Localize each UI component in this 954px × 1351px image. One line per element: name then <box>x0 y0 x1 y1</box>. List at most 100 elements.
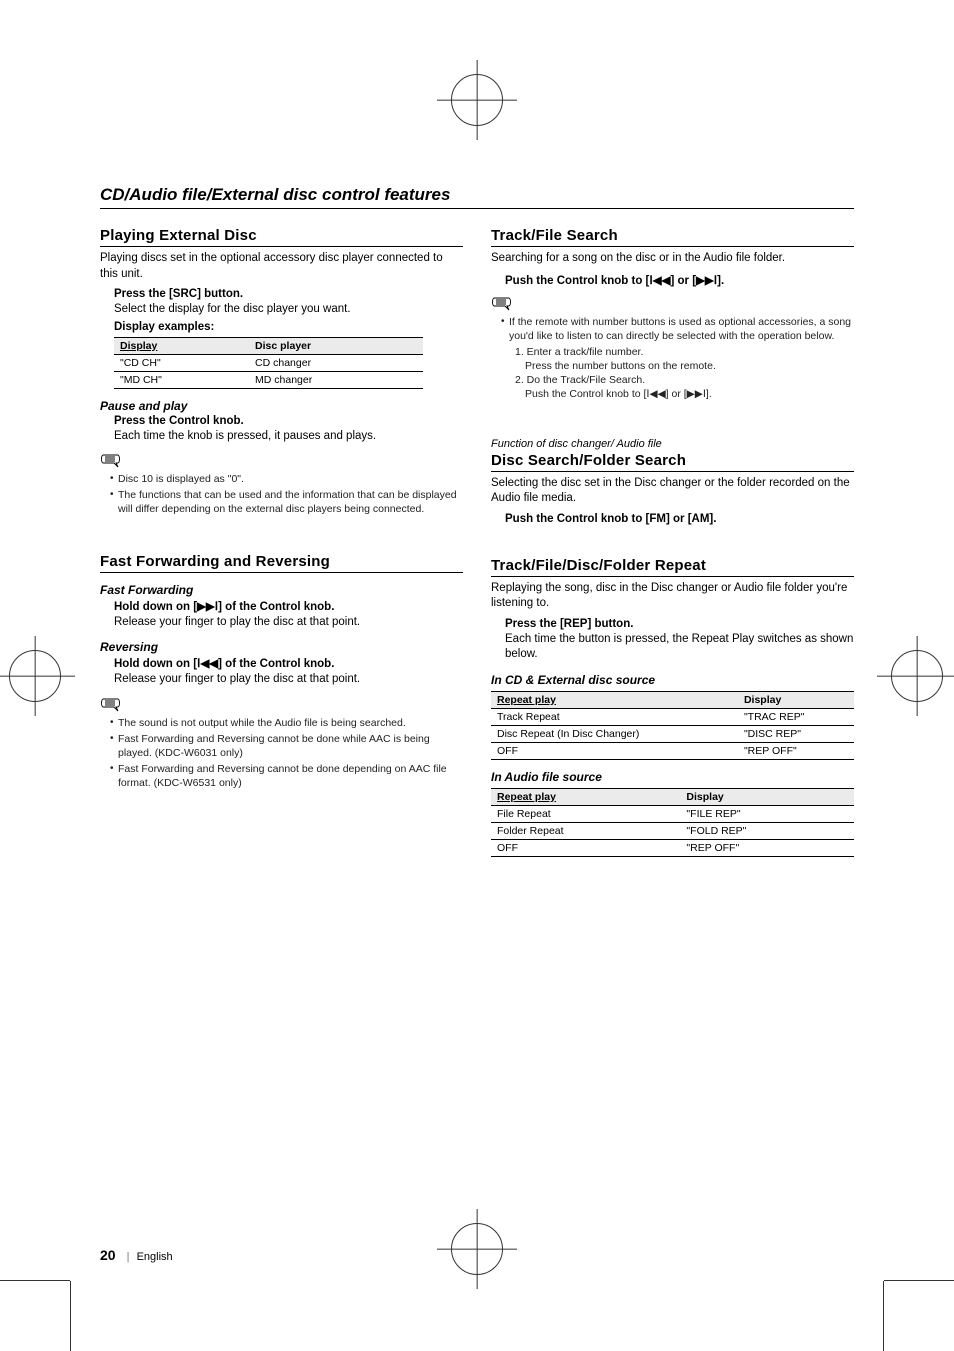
substeps: 1. Enter a track/file number. Press the … <box>515 345 854 402</box>
table-header-disc-player: Disc player <box>249 337 423 354</box>
table-row: "MD CH"MD changer <box>114 371 423 388</box>
substep-2-desc: Push the Control knob to [Ⅰ◀◀] or [▶▶Ⅰ]. <box>515 387 854 401</box>
note-item: The functions that can be used and the i… <box>110 488 463 516</box>
playing-external-intro: Playing discs set in the optional access… <box>100 251 463 282</box>
repeat-desc: Each time the button is pressed, the Rep… <box>505 632 854 663</box>
cell: Disc Repeat (In Disc Changer) <box>491 725 738 742</box>
cell: Folder Repeat <box>491 822 680 839</box>
cd-repeat-table: Repeat play Display Track Repeat"TRAC RE… <box>491 691 854 760</box>
cell: "MD CH" <box>114 371 249 388</box>
track-search-step: Push the Control knob to [Ⅰ◀◀] or [▶▶Ⅰ]. <box>505 273 854 287</box>
corner-bl <box>0 1281 70 1351</box>
disc-search-funcline: Function of disc changer/ Audio file <box>491 438 854 450</box>
cell: CD changer <box>249 354 423 371</box>
note-icon <box>491 295 513 313</box>
table-row: OFF"REP OFF" <box>491 742 854 759</box>
heading-fast-forwarding-reversing: Fast Forwarding and Reversing <box>100 553 463 573</box>
note-text: If the remote with number buttons is use… <box>509 316 851 342</box>
note-item: Disc 10 is displayed as "0". <box>110 472 463 486</box>
next-track-icon: ▶▶Ⅰ <box>687 388 706 400</box>
table-row: Folder Repeat"FOLD REP" <box>491 822 854 839</box>
cropmark-right <box>891 650 943 702</box>
fast-forwarding-heading: Fast Forwarding <box>100 583 463 597</box>
page-footer: 20 | English <box>100 1247 173 1263</box>
step-hold-rev: Hold down on [Ⅰ◀◀] of the Control knob. <box>114 656 463 670</box>
cropmark-bottom <box>451 1223 503 1275</box>
pause-notes: Disc 10 is displayed as "0". The functio… <box>110 472 463 517</box>
track-search-notes: If the remote with number buttons is use… <box>501 315 854 402</box>
heading-disc-folder-search: Disc Search/Folder Search <box>491 452 854 472</box>
table-row: OFF"REP OFF" <box>491 839 854 856</box>
track-search-intro: Searching for a song on the disc or in t… <box>491 251 854 267</box>
table-row: "CD CH"CD changer <box>114 354 423 371</box>
cell: OFF <box>491 839 680 856</box>
audio-repeat-table: Repeat play Display File Repeat"FILE REP… <box>491 788 854 857</box>
table-header-display: Display <box>114 337 249 354</box>
pause-block: Press the Control knob. Each time the kn… <box>114 415 463 445</box>
step-press-src-desc: Select the display for the disc player y… <box>114 302 463 318</box>
cropmark-top <box>451 74 503 126</box>
left-column: Playing External Disc Playing discs set … <box>100 227 463 863</box>
prev-track-icon: Ⅰ◀◀ <box>197 658 218 670</box>
cell: "REP OFF" <box>738 742 854 759</box>
columns: Playing External Disc Playing discs set … <box>100 227 854 863</box>
note-icon <box>100 452 122 470</box>
ff-block: Hold down on [▶▶Ⅰ] of the Control knob. … <box>114 599 463 631</box>
cell: OFF <box>491 742 738 759</box>
footer-separator: | <box>127 1251 130 1263</box>
prev-track-icon: Ⅰ◀◀ <box>649 275 670 287</box>
page: CD/Audio file/External disc control feat… <box>0 0 954 1351</box>
audio-file-heading: In Audio file source <box>491 770 854 784</box>
table-row: Disc Repeat (In Disc Changer)"DISC REP" <box>491 725 854 742</box>
pause-and-play-heading: Pause and play <box>100 399 463 413</box>
cell: Track Repeat <box>491 708 738 725</box>
page-language: English <box>137 1251 173 1263</box>
repeat-intro: Replaying the song, disc in the Disc cha… <box>491 581 854 612</box>
table-header-display: Display <box>738 691 854 708</box>
display-examples-table: Display Disc player "CD CH"CD changer "M… <box>114 337 423 389</box>
heading-track-file-search: Track/File Search <box>491 227 854 247</box>
table-row: Track Repeat"TRAC REP" <box>491 708 854 725</box>
table-header-repeat-play: Repeat play <box>491 691 738 708</box>
cell: "FILE REP" <box>680 805 854 822</box>
cell: "TRAC REP" <box>738 708 854 725</box>
display-examples-label: Display examples: <box>114 321 463 333</box>
note-item: If the remote with number buttons is use… <box>501 315 854 402</box>
heading-repeat: Track/File/Disc/Folder Repeat <box>491 557 854 577</box>
substep-1-label: 1. Enter a track/file number. <box>515 345 854 359</box>
step-press-rep: Press the [REP] button. <box>505 618 854 630</box>
step-hold-ff: Hold down on [▶▶Ⅰ] of the Control knob. <box>114 599 463 613</box>
next-track-icon: ▶▶Ⅰ <box>696 275 717 287</box>
note-item: The sound is not output while the Audio … <box>110 716 463 730</box>
step-press-src: Press the [SRC] button. <box>114 288 463 300</box>
repeat-step: Press the [REP] button. Each time the bu… <box>505 618 854 663</box>
step-press-control-knob: Press the Control knob. <box>114 415 463 427</box>
right-column: Track/File Search Searching for a song o… <box>491 227 854 863</box>
disc-search-intro: Selecting the disc set in the Disc chang… <box>491 476 854 507</box>
playing-external-steps: Press the [SRC] button. Select the displ… <box>114 288 463 333</box>
note-icon <box>100 696 122 714</box>
table-row: File Repeat"FILE REP" <box>491 805 854 822</box>
cell: "FOLD REP" <box>680 822 854 839</box>
ff-desc: Release your finger to play the disc at … <box>114 615 463 631</box>
prev-track-icon: Ⅰ◀◀ <box>646 388 665 400</box>
substep-2-label: 2. Do the Track/File Search. <box>515 373 854 387</box>
cell: File Repeat <box>491 805 680 822</box>
disc-search-step: Push the Control knob to [FM] or [AM]. <box>505 513 854 525</box>
next-track-icon: ▶▶Ⅰ <box>197 601 218 613</box>
reversing-heading: Reversing <box>100 640 463 654</box>
rev-desc: Release your finger to play the disc at … <box>114 672 463 688</box>
cell: "DISC REP" <box>738 725 854 742</box>
cell: "REP OFF" <box>680 839 854 856</box>
step-push-knob-fm-am: Push the Control knob to [FM] or [AM]. <box>505 513 854 525</box>
cd-external-heading: In CD & External disc source <box>491 673 854 687</box>
corner-br <box>884 1281 954 1351</box>
note-item: Fast Forwarding and Reversing cannot be … <box>110 762 463 790</box>
cell: MD changer <box>249 371 423 388</box>
table-header-repeat-play: Repeat play <box>491 788 680 805</box>
table-header-display: Display <box>680 788 854 805</box>
ffrev-notes: The sound is not output while the Audio … <box>110 716 463 791</box>
cell: "CD CH" <box>114 354 249 371</box>
substep-1-desc: Press the number buttons on the remote. <box>515 359 854 373</box>
note-item: Fast Forwarding and Reversing cannot be … <box>110 732 463 760</box>
